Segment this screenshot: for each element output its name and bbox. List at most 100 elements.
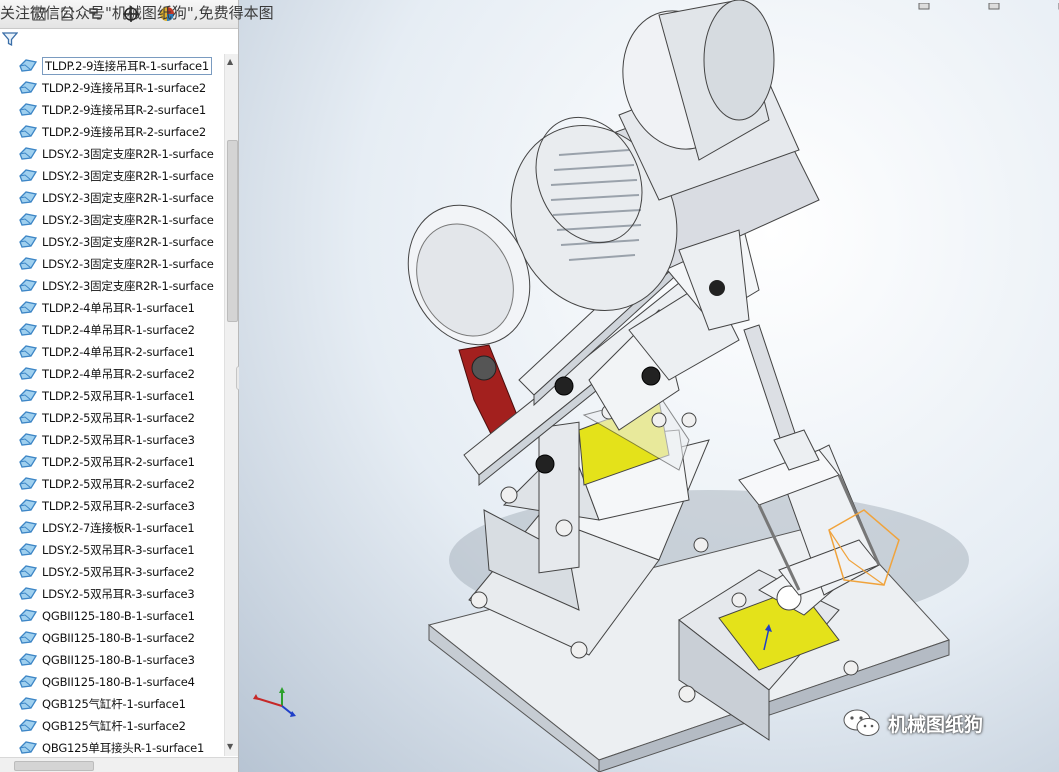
surface-icon: [19, 389, 38, 402]
surface-icon: [19, 609, 38, 622]
tree-item[interactable]: TLDP.2-9连接吊耳R-2-surface2: [18, 122, 223, 142]
tree-item[interactable]: LDSY.2-3固定支座R2R-1-surface: [18, 166, 223, 186]
tree-item[interactable]: QBG125单耳接头R-1-surface1: [18, 738, 223, 756]
tree-item[interactable]: LDSY.2-3固定支座R2R-1-surface: [18, 188, 223, 208]
tree-item-label: TLDP.2-4单吊耳R-2-surface2: [42, 367, 195, 381]
surface-icon: [19, 521, 38, 534]
surface-icon: [19, 81, 38, 94]
graphics-area[interactable]: [239, 0, 1059, 772]
tree-item[interactable]: TLDP.2-9连接吊耳R-2-surface1: [18, 100, 223, 120]
tree-item[interactable]: TLDP.2-5双吊耳R-1-surface2: [18, 408, 223, 428]
tree-item[interactable]: TLDP.2-5双吊耳R-2-surface1: [18, 452, 223, 472]
horizontal-scrollbar[interactable]: [0, 757, 238, 772]
tree-item-label: TLDP.2-5双吊耳R-2-surface2: [42, 477, 195, 491]
hscrollbar-thumb[interactable]: [14, 761, 94, 771]
surface-icon: [19, 191, 38, 204]
surface-icon: [19, 257, 38, 270]
surface-icon: [19, 279, 38, 292]
tree-item[interactable]: TLDP.2-9连接吊耳R-1-surface2: [18, 78, 223, 98]
tree-item[interactable]: TLDP.2-4单吊耳R-1-surface1: [18, 298, 223, 318]
tree-item-label: LDSY.2-3固定支座R2R-1-surface: [42, 147, 214, 161]
tree-item[interactable]: TLDP.2-5双吊耳R-2-surface2: [18, 474, 223, 494]
tree-item[interactable]: LDSY.2-5双吊耳R-3-surface3: [18, 584, 223, 604]
surface-icon: [19, 301, 38, 314]
tree-item-label: LDSY.2-5双吊耳R-3-surface1: [42, 543, 195, 557]
surface-icon: [19, 169, 38, 182]
surface-icon: [19, 125, 38, 138]
tree-item[interactable]: QGB125气缸杆-1-surface1: [18, 694, 223, 714]
tree-item-label: TLDP.2-5双吊耳R-1-surface1: [42, 389, 195, 403]
tree-item-label: QGB125气缸杆-1-surface1: [42, 697, 186, 711]
tree-item[interactable]: TLDP.2-5双吊耳R-1-surface3: [18, 430, 223, 450]
tree-item[interactable]: LDSY.2-5双吊耳R-3-surface1: [18, 540, 223, 560]
tree-item[interactable]: TLDP.2-4单吊耳R-1-surface2: [18, 320, 223, 340]
tree-item-label: TLDP.2-4单吊耳R-1-surface1: [42, 301, 195, 315]
tree-item[interactable]: TLDP.2-4单吊耳R-2-surface1: [18, 342, 223, 362]
surface-icon: [19, 499, 38, 512]
watermark-top-text: 关注微信公众号"机械图纸狗",免费得本图: [0, 4, 274, 22]
tree-item[interactable]: QGBII125-180-B-1-surface1: [18, 606, 223, 626]
tree-item-label: TLDP.2-4单吊耳R-2-surface1: [42, 345, 195, 359]
tree-item-label: QGBII125-180-B-1-surface1: [42, 609, 195, 623]
brand-label: 机械图纸狗: [888, 713, 984, 736]
machine-model: [407, 0, 969, 772]
tree-item[interactable]: TLDP.2-4单吊耳R-2-surface2: [18, 364, 223, 384]
tree-item-label: LDSY.2-3固定支座R2R-1-surface: [42, 235, 214, 249]
tree-item-label: TLDP.2-5双吊耳R-2-surface1: [42, 455, 195, 469]
surface-icon: [19, 565, 38, 578]
tree-item[interactable]: LDSY.2-7连接板R-1-surface1: [18, 518, 223, 538]
tree-item-label: QGBII125-180-B-1-surface2: [42, 631, 195, 645]
surface-icon: [19, 631, 38, 644]
tree-item[interactable]: LDSY.2-3固定支座R2R-1-surface: [18, 254, 223, 274]
tree-item[interactable]: LDSY.2-3固定支座R2R-1-surface: [18, 232, 223, 252]
surface-icon: [19, 433, 38, 446]
tree-item[interactable]: QGB125气缸杆-1-surface2: [18, 716, 223, 736]
tree-item-label: QGBII125-180-B-1-surface4: [42, 675, 195, 689]
tree-item[interactable]: TLDP.2-5双吊耳R-2-surface3: [18, 496, 223, 516]
tree-item-label: QBG125单耳接头R-1-surface1: [42, 741, 205, 755]
surface-icon: [19, 741, 38, 754]
scrollbar-thumb[interactable]: [227, 140, 238, 322]
tree-item[interactable]: TLDP.2-9连接吊耳R-1-surface1: [18, 56, 223, 76]
surface-icon: [19, 213, 38, 226]
surface-icon: [19, 147, 38, 160]
tree-item-label: TLDP.2-9连接吊耳R-2-surface2: [42, 125, 207, 139]
tree-item-label: LDSY.2-3固定支座R2R-1-surface: [42, 191, 214, 205]
tree-item-label: TLDP.2-4单吊耳R-1-surface2: [42, 323, 195, 337]
surface-icon: [19, 719, 38, 732]
tree-item-label: LDSY.2-5双吊耳R-3-surface3: [42, 587, 195, 601]
tree-item-label: TLDP.2-5双吊耳R-1-surface3: [42, 433, 195, 447]
surface-icon: [19, 323, 38, 336]
tree-item-label: LDSY.2-5双吊耳R-3-surface2: [42, 565, 195, 579]
tree-item-label: LDSY.2-3固定支座R2R-1-surface: [42, 169, 214, 183]
tree-item-label: QGB125气缸杆-1-surface2: [42, 719, 186, 733]
tree-item[interactable]: LDSY.2-5双吊耳R-3-surface2: [18, 562, 223, 582]
tree-item[interactable]: LDSY.2-3固定支座R2R-1-surface: [18, 144, 223, 164]
vertical-scrollbar[interactable]: ▲ ▼: [224, 54, 238, 756]
tree-item[interactable]: LDSY.2-3固定支座R2R-1-surface: [18, 276, 223, 296]
surface-icon: [19, 477, 38, 490]
axis-triad-icon: [253, 687, 296, 717]
surface-icon: [19, 587, 38, 600]
wechat-logo-icon: [843, 709, 880, 736]
tree-item[interactable]: LDSY.2-3固定支座R2R-1-surface: [18, 210, 223, 230]
surface-icon: [19, 411, 38, 424]
tree-item[interactable]: QGBII125-180-B-1-surface3: [18, 650, 223, 670]
tree-item-label: LDSY.2-7连接板R-1-surface1: [42, 521, 195, 535]
surface-icon: [19, 235, 38, 248]
scroll-down-icon[interactable]: ▼: [227, 742, 233, 751]
view-toolbar-strip: [899, 0, 1059, 12]
surface-icon: [19, 543, 38, 556]
surface-icon: [19, 103, 38, 116]
surface-icon: [19, 345, 38, 358]
feature-tree-panel: TLDP.2-9连接吊耳R-1-surface1 TLDP.2-9连接吊耳R-1-…: [0, 0, 239, 772]
tree-item[interactable]: TLDP.2-5双吊耳R-1-surface1: [18, 386, 223, 406]
feature-tree: TLDP.2-9连接吊耳R-1-surface1 TLDP.2-9连接吊耳R-1-…: [18, 56, 223, 756]
scroll-up-icon[interactable]: ▲: [227, 57, 233, 66]
tree-item-label: LDSY.2-3固定支座R2R-1-surface: [42, 213, 214, 227]
tree-item-label: LDSY.2-3固定支座R2R-1-surface: [42, 279, 214, 293]
filter-icon[interactable]: [1, 31, 19, 47]
surface-icon: [19, 675, 38, 688]
tree-item[interactable]: QGBII125-180-B-1-surface4: [18, 672, 223, 692]
tree-item[interactable]: QGBII125-180-B-1-surface2: [18, 628, 223, 648]
